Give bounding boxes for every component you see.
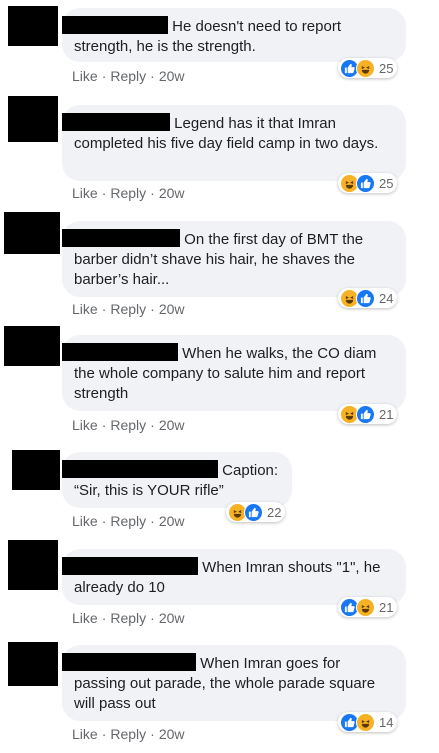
redacted-avatar	[8, 540, 58, 590]
timestamp[interactable]: 20w	[159, 417, 185, 433]
comment-bubble: On the first day of BMT the barber didn’…	[62, 221, 406, 297]
comment-bubble: When he walks, the CO diam the whole com…	[62, 335, 406, 411]
reaction-count: 14	[379, 714, 394, 730]
haha-reaction-icon	[356, 58, 375, 78]
reaction-count: 24	[379, 290, 394, 306]
like-link[interactable]: Like	[72, 513, 98, 529]
reaction-summary[interactable]: 14	[338, 712, 398, 732]
like-reaction-icon	[356, 173, 375, 193]
redacted-name	[62, 557, 198, 575]
timestamp[interactable]: 20w	[159, 726, 185, 742]
reply-link[interactable]: Reply	[110, 68, 146, 84]
comment-actions: Like · Reply · 20w	[72, 417, 185, 433]
reaction-count: 22	[267, 504, 282, 520]
comment-actions: Like · Reply · 20w	[72, 301, 185, 317]
timestamp[interactable]: 20w	[159, 301, 185, 317]
like-link[interactable]: Like	[72, 68, 98, 84]
comment-bubble: He doesn't need to report strength, he i…	[62, 8, 406, 62]
redacted-name	[62, 343, 178, 361]
redacted-name	[62, 460, 218, 478]
reaction-count: 25	[379, 60, 394, 76]
redacted-avatar	[8, 6, 58, 46]
haha-reaction-icon	[356, 712, 375, 732]
comment-actions: Like · Reply · 20w	[72, 513, 185, 529]
timestamp[interactable]: 20w	[159, 610, 185, 626]
reply-link[interactable]: Reply	[110, 185, 146, 201]
comment-actions: Like · Reply · 20w	[72, 68, 185, 84]
reaction-count: 21	[379, 599, 394, 615]
reply-link[interactable]: Reply	[110, 417, 146, 433]
like-link[interactable]: Like	[72, 417, 98, 433]
haha-reaction-icon	[356, 597, 375, 617]
timestamp[interactable]: 20w	[159, 68, 185, 84]
comment-bubble: When Imran goes for passing out parade, …	[62, 645, 406, 721]
reaction-summary[interactable]: 21	[338, 404, 398, 424]
redacted-name	[62, 229, 180, 247]
reaction-summary[interactable]: 21	[338, 597, 398, 617]
reaction-count: 25	[379, 175, 394, 191]
reaction-summary[interactable]: 25	[338, 173, 398, 193]
redacted-avatar	[4, 326, 60, 366]
redacted-name	[62, 653, 196, 671]
comment-bubble: Caption: “Sir, this is YOUR rifle”	[62, 452, 292, 508]
redacted-name	[62, 113, 170, 131]
like-reaction-icon	[356, 288, 375, 308]
redacted-name	[62, 16, 168, 34]
reaction-summary[interactable]: 25	[338, 58, 398, 78]
comment-actions: Like · Reply · 20w	[72, 185, 185, 201]
reply-link[interactable]: Reply	[110, 301, 146, 317]
timestamp[interactable]: 20w	[159, 513, 185, 529]
like-reaction-icon	[244, 502, 263, 522]
like-link[interactable]: Like	[72, 726, 98, 742]
reply-link[interactable]: Reply	[110, 610, 146, 626]
reaction-count: 21	[379, 406, 394, 422]
redacted-avatar	[12, 450, 60, 490]
comment-actions: Like · Reply · 20w	[72, 726, 185, 742]
like-link[interactable]: Like	[72, 301, 98, 317]
redacted-avatar	[8, 96, 58, 142]
redacted-avatar	[4, 212, 60, 254]
like-link[interactable]: Like	[72, 185, 98, 201]
reply-link[interactable]: Reply	[110, 726, 146, 742]
reply-link[interactable]: Reply	[110, 513, 146, 529]
like-reaction-icon	[356, 404, 375, 424]
reaction-summary[interactable]: 22	[226, 502, 286, 522]
comment-bubble: Legend has it that Imran completed his f…	[62, 105, 406, 181]
comment-actions: Like · Reply · 20w	[72, 610, 185, 626]
reaction-summary[interactable]: 24	[338, 288, 398, 308]
like-link[interactable]: Like	[72, 610, 98, 626]
redacted-avatar	[8, 642, 58, 686]
timestamp[interactable]: 20w	[159, 185, 185, 201]
